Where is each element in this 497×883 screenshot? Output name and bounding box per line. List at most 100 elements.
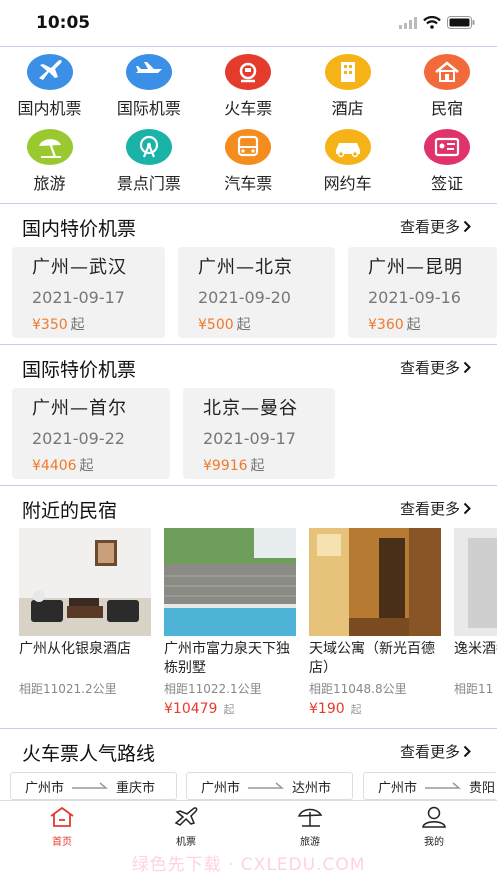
price-suffix: 起 <box>236 317 251 333</box>
hotel-icon <box>324 54 371 90</box>
train-more-link[interactable]: 查看更多 <box>400 741 471 762</box>
category-beach-umbrella[interactable]: 旅游 <box>0 129 99 194</box>
bus-icon <box>225 129 272 165</box>
homestay-section-title: 附近的民宿 <box>22 500 118 522</box>
divider <box>0 485 497 486</box>
route-from: 广州市 <box>201 780 241 796</box>
category-train[interactable]: 火车票 <box>199 54 298 119</box>
tab-label: 首页 <box>52 837 72 848</box>
tab-travel[interactable]: 旅游 <box>280 806 340 848</box>
train-route-chip[interactable]: 广州市 达州市 <box>186 772 353 800</box>
fare-card[interactable]: 北京—曼谷 2021-09-17 ¥9916 起 <box>183 388 335 479</box>
domestic-section-title: 国内特价机票 <box>22 218 137 240</box>
more-label: 查看更多 <box>399 359 460 377</box>
homestay-card[interactable]: 广州市富力泉天下独栋别墅 相距11022.1公里 ¥10479 起 <box>164 528 296 717</box>
homestay-photo <box>164 528 296 636</box>
user-icon <box>422 806 446 828</box>
train-route-chip[interactable]: 广州市 贵阳 <box>363 772 497 800</box>
category-bus[interactable]: 汽车票 <box>199 129 298 194</box>
id-card-icon <box>424 129 471 165</box>
fare-route: 北京—曼谷 <box>203 398 298 419</box>
fare-price: ¥9916 起 <box>203 455 335 475</box>
divider <box>0 46 497 47</box>
arrow-right-icon <box>425 782 462 789</box>
fare-route: 广州—首尔 <box>32 398 127 419</box>
status-bar: 10:05 <box>0 0 497 46</box>
route-to: 重庆市 <box>116 780 156 796</box>
tab-label: 我的 <box>424 837 444 848</box>
price-suffix: 起 <box>250 458 265 474</box>
homestay-photo <box>19 528 151 636</box>
chevron-right-icon <box>463 220 471 233</box>
category-label: 民宿 <box>431 99 464 118</box>
train-route-chip[interactable]: 广州市 重庆市 <box>10 772 177 800</box>
price-suffix: 起 <box>79 458 94 474</box>
divider <box>0 344 497 345</box>
fare-card[interactable]: 广州—昆明 2021-09-16 ¥360 起 <box>348 247 497 338</box>
train-section-title: 火车票人气路线 <box>22 743 156 765</box>
domestic-more-link[interactable]: 查看更多 <box>400 216 471 237</box>
category-hotel[interactable]: 酒店 <box>298 54 397 119</box>
international-section-title: 国际特价机票 <box>22 359 137 381</box>
category-car[interactable]: 网约车 <box>298 129 397 194</box>
fare-date: 2021-09-16 <box>368 288 461 307</box>
status-icons <box>399 16 475 29</box>
chevron-right-icon <box>463 361 471 374</box>
category-label: 签证 <box>431 174 464 193</box>
homestay-card[interactable]: 逸米酒都北京 相距11 <box>454 528 497 697</box>
fare-card[interactable]: 广州—武汉 2021-09-17 ¥350 起 <box>12 247 165 338</box>
train-icon <box>225 54 272 90</box>
category-label: 国内机票 <box>17 99 82 118</box>
homestay-distance: 相距11048.8公里 <box>309 682 407 696</box>
fare-price: ¥4406 起 <box>32 455 170 475</box>
price-suffix: 起 <box>406 317 421 333</box>
wifi-icon <box>423 16 441 29</box>
intl-plane-icon <box>125 54 172 90</box>
price-value: ¥360 <box>368 317 404 333</box>
homestay-card[interactable]: 天域公寓（新光百德店） 相距11048.8公里 ¥190 起 <box>309 528 441 717</box>
homestay-distance: 相距11022.1公里 <box>164 682 262 696</box>
home-icon <box>50 806 74 827</box>
fare-price: ¥350 起 <box>32 314 165 334</box>
route-from: 广州市 <box>25 780 65 796</box>
arrow-right-icon <box>248 782 285 789</box>
homestay-distance: 相距11021.2公里 <box>19 682 117 696</box>
homestay-name: 天域公寓（新光百德店） <box>309 641 435 676</box>
tab-flights[interactable]: 机票 <box>156 806 216 848</box>
category-ferris-wheel[interactable]: 景点门票 <box>99 129 198 194</box>
category-id-card[interactable]: 签证 <box>398 129 497 194</box>
tab-profile[interactable]: 我的 <box>404 806 464 848</box>
fare-route: 广州—北京 <box>198 257 293 278</box>
price-value: ¥350 <box>32 317 68 333</box>
bottom-tab-bar: 首页 机票 旅游 我的 <box>0 800 497 850</box>
tab-home[interactable]: 首页 <box>32 806 92 848</box>
more-label: 查看更多 <box>399 500 460 518</box>
fare-price: ¥500 起 <box>198 314 335 334</box>
homestay-name: 逸米酒都北京 <box>454 641 497 657</box>
price-suffix: 起 <box>70 317 85 333</box>
category-homestay[interactable]: 民宿 <box>398 54 497 119</box>
route-from: 广州市 <box>378 780 418 796</box>
car-icon <box>324 129 371 165</box>
more-label: 查看更多 <box>399 218 460 236</box>
homestay-card[interactable]: 广州从化银泉酒店 相距11021.2公里 <box>19 528 151 697</box>
homestay-photo <box>309 528 441 636</box>
category-label: 旅游 <box>33 174 66 193</box>
category-plane[interactable]: 国内机票 <box>0 54 99 119</box>
fare-route: 广州—武汉 <box>32 257 127 278</box>
status-time: 10:05 <box>36 13 91 33</box>
category-label: 国际机票 <box>116 99 181 118</box>
fare-card[interactable]: 广州—首尔 2021-09-22 ¥4406 起 <box>12 388 170 479</box>
beach-tab-icon <box>297 808 323 827</box>
category-label: 景点门票 <box>116 174 181 193</box>
fare-date: 2021-09-20 <box>198 288 291 307</box>
price-value: ¥500 <box>198 317 234 333</box>
price-value: ¥4406 <box>32 458 77 474</box>
homestay-more-link[interactable]: 查看更多 <box>400 498 471 519</box>
plane-tab-icon <box>174 807 198 826</box>
fare-card[interactable]: 广州—北京 2021-09-20 ¥500 起 <box>178 247 335 338</box>
international-more-link[interactable]: 查看更多 <box>400 357 471 378</box>
tab-label: 机票 <box>176 837 196 848</box>
category-intl-plane[interactable]: 国际机票 <box>99 54 198 119</box>
fare-date: 2021-09-22 <box>32 429 125 448</box>
